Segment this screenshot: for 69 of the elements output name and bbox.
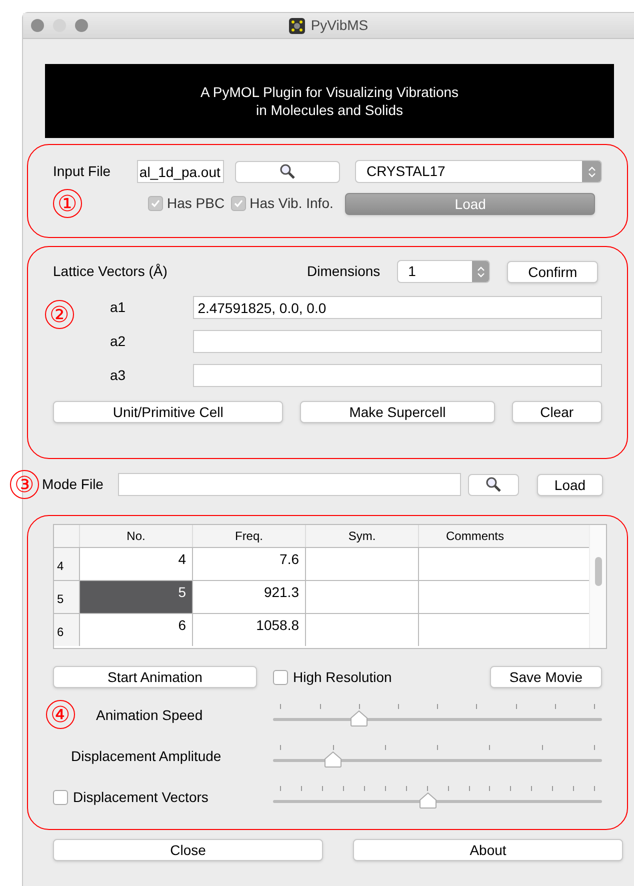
- vector-field[interactable]: [192, 330, 602, 353]
- step-number: ②: [45, 300, 74, 329]
- lattice-action-button[interactable]: Make Supercell: [300, 401, 495, 423]
- input-file-label: Input File: [53, 162, 112, 181]
- step-number: ①: [53, 189, 82, 218]
- column-header[interactable]: Comments: [418, 525, 531, 547]
- table-cell[interactable]: 5: [79, 581, 192, 613]
- lattice-action-button[interactable]: Unit/Primitive Cell: [53, 401, 284, 423]
- browse-button[interactable]: [468, 474, 519, 496]
- stepper-icon: [476, 266, 485, 278]
- checkmark-icon: [150, 198, 161, 209]
- vector-label: a2: [110, 332, 127, 351]
- slider[interactable]: [273, 743, 602, 769]
- table-cell[interactable]: 6: [79, 614, 192, 646]
- mode-file-label: Mode File: [42, 475, 104, 494]
- app-icon: [288, 18, 305, 34]
- search-icon: [279, 163, 296, 180]
- search-icon: [485, 476, 502, 493]
- table-cell[interactable]: 921.3: [192, 581, 305, 613]
- slider[interactable]: [273, 702, 602, 728]
- vector-field[interactable]: [192, 364, 602, 387]
- close-window-icon[interactable]: [31, 19, 44, 32]
- checkmark-icon: [232, 198, 244, 209]
- confirm-button[interactable]: Confirm: [507, 260, 598, 282]
- slider-thumb[interactable]: [324, 751, 342, 768]
- table-cell[interactable]: 4: [79, 548, 192, 580]
- format-dropdown[interactable]: CRYSTAL17: [355, 160, 602, 183]
- table-cell[interactable]: 1058.8: [192, 614, 305, 646]
- checkbox[interactable]: [273, 670, 288, 684]
- checkbox-label: High Resolution: [293, 668, 392, 687]
- banner-text: A PyMOL Plugin for Visualizing Vibrations: [200, 83, 459, 101]
- browse-button[interactable]: [235, 160, 340, 182]
- row-header: 6: [54, 614, 79, 646]
- dimensions-label: Dimensions: [307, 262, 380, 281]
- stepper-icon: [588, 166, 596, 178]
- slider[interactable]: [273, 784, 602, 810]
- checkbox-label: Has Vib. Info.: [250, 194, 334, 213]
- dimensions-spinbox[interactable]: 1: [397, 260, 490, 283]
- step-number: ③: [10, 470, 39, 499]
- column-header[interactable]: Sym.: [305, 525, 418, 547]
- slider-label: Displacement Vectors: [73, 788, 208, 807]
- slider-label: Displacement Amplitude: [71, 746, 222, 766]
- row-header: 4: [54, 548, 79, 580]
- column-header[interactable]: Freq.: [192, 525, 305, 547]
- table-cell[interactable]: 7.6: [192, 548, 305, 580]
- row-header: 5: [54, 581, 79, 613]
- checkbox-label: Has PBC: [167, 194, 225, 213]
- scrollbar[interactable]: [589, 525, 606, 648]
- step-number: ④: [46, 700, 75, 730]
- vector-field[interactable]: 2.47591825, 0.0, 0.0: [192, 296, 602, 319]
- vector-label: a3: [110, 366, 127, 385]
- window-title: PyVibMS: [310, 16, 368, 35]
- banner-text: in Molecules and Solids: [256, 101, 404, 119]
- zoom-window-icon[interactable]: [75, 19, 88, 32]
- slider-label: Animation Speed: [96, 706, 203, 725]
- save-movie-button[interactable]: Save Movie: [490, 666, 602, 688]
- lattice-action-button[interactable]: Clear: [512, 401, 602, 423]
- vector-label: a1: [110, 298, 127, 317]
- checkbox[interactable]: [53, 790, 68, 804]
- column-header[interactable]: No.: [79, 525, 192, 547]
- file-field[interactable]: al_1d_pa.out: [137, 160, 224, 183]
- close-button[interactable]: Close: [53, 839, 323, 861]
- start-animation-button[interactable]: Start Animation: [53, 666, 257, 688]
- slider-thumb[interactable]: [418, 792, 437, 809]
- load-button[interactable]: Load: [537, 474, 603, 496]
- mode-file-field[interactable]: [118, 473, 461, 496]
- section-title: Lattice Vectors (Å): [53, 262, 168, 281]
- slider-thumb[interactable]: [350, 710, 368, 727]
- about-button[interactable]: About: [353, 839, 623, 861]
